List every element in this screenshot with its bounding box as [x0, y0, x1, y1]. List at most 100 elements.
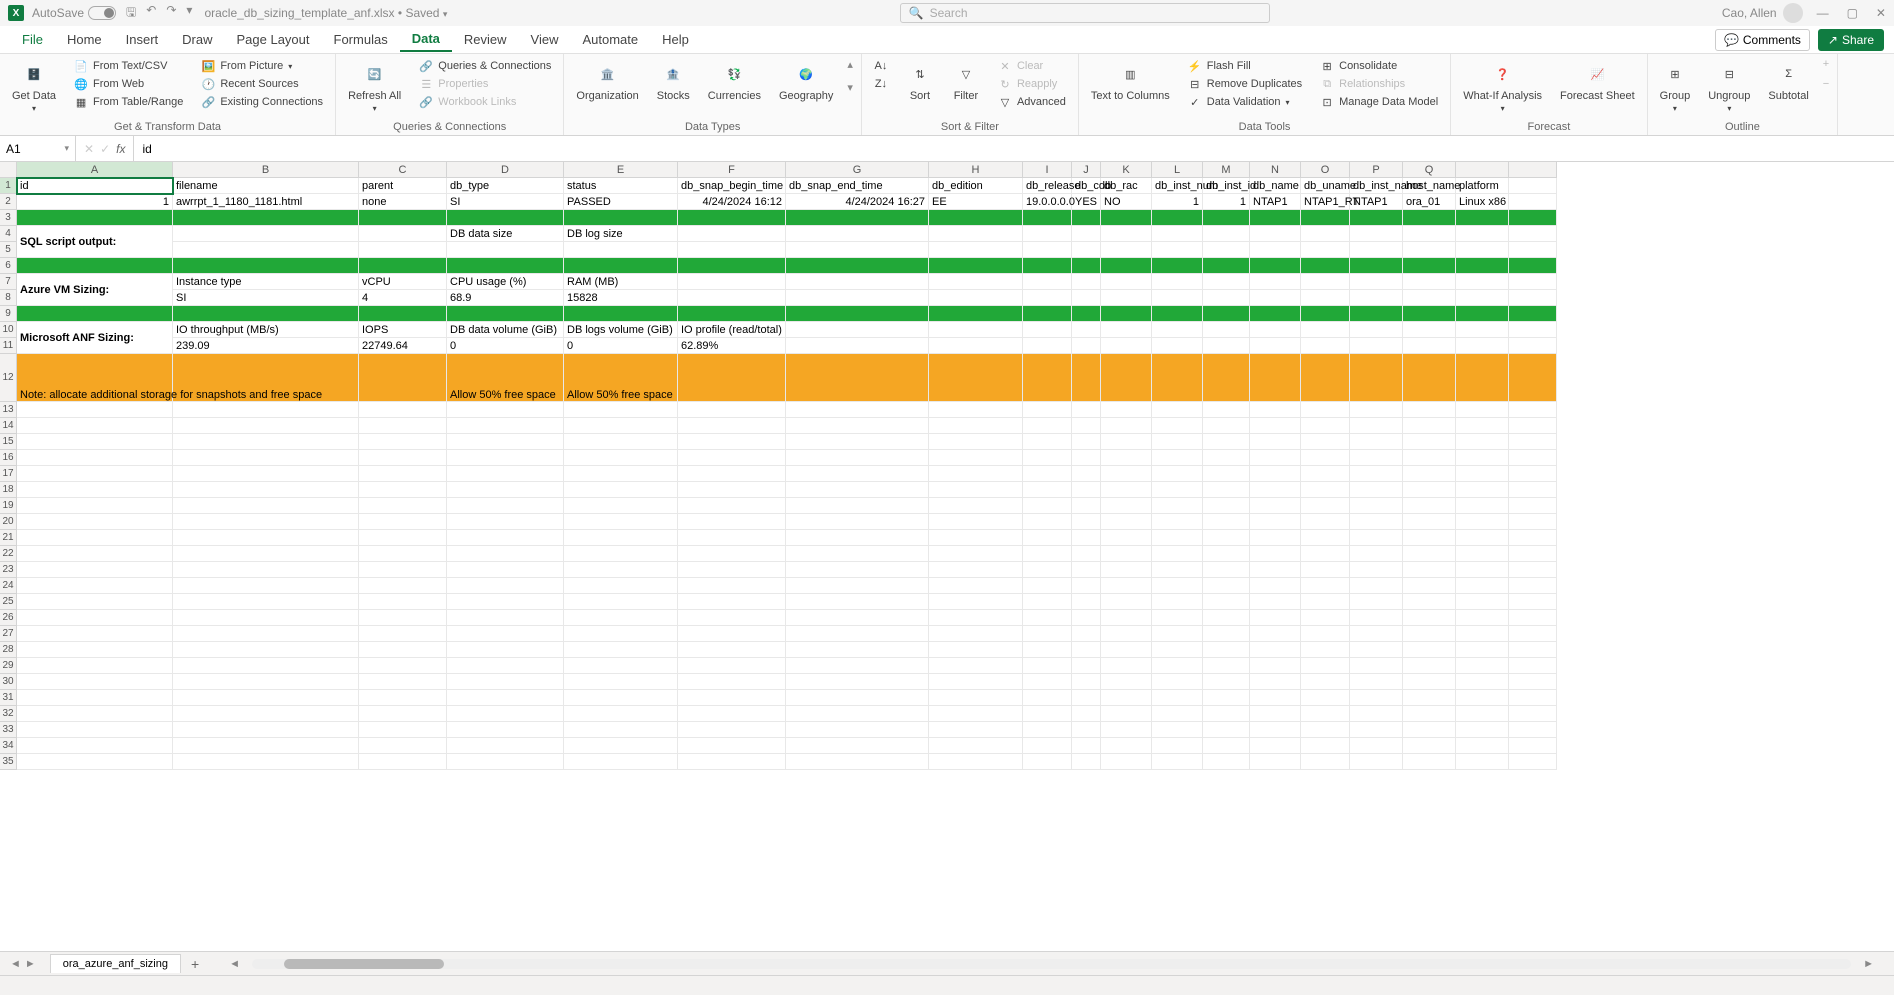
- cell-G21[interactable]: [786, 530, 929, 546]
- cell-R34[interactable]: [1456, 738, 1509, 754]
- cell-R16[interactable]: [1456, 450, 1509, 466]
- cell-G8[interactable]: [786, 290, 929, 306]
- cell-L29[interactable]: [1152, 658, 1203, 674]
- cell-E25[interactable]: [564, 594, 678, 610]
- cell-13[interactable]: [1509, 402, 1557, 418]
- cell-M6[interactable]: [1203, 258, 1250, 274]
- cell-M25[interactable]: [1203, 594, 1250, 610]
- cell-O16[interactable]: [1301, 450, 1350, 466]
- cell-7[interactable]: [1509, 274, 1557, 290]
- recent-sources-button[interactable]: 🕐Recent Sources: [197, 76, 327, 92]
- cell-J19[interactable]: [1072, 498, 1101, 514]
- cell-N18[interactable]: [1250, 482, 1301, 498]
- cell-P13[interactable]: [1350, 402, 1403, 418]
- cell-G24[interactable]: [786, 578, 929, 594]
- cell-Q16[interactable]: [1403, 450, 1456, 466]
- cell-C4[interactable]: [359, 226, 447, 242]
- cell-C26[interactable]: [359, 610, 447, 626]
- cell-E7[interactable]: RAM (MB): [564, 274, 678, 290]
- cell-J14[interactable]: [1072, 418, 1101, 434]
- cell-E22[interactable]: [564, 546, 678, 562]
- cell-F34[interactable]: [678, 738, 786, 754]
- cell-E24[interactable]: [564, 578, 678, 594]
- group-button[interactable]: ⊞Group▾: [1656, 58, 1695, 115]
- scroll-thumb[interactable]: [284, 959, 444, 969]
- stocks-type[interactable]: 🏦Stocks: [653, 58, 694, 104]
- cell-K19[interactable]: [1101, 498, 1152, 514]
- cell-Q12[interactable]: [1403, 354, 1456, 402]
- flash-fill-button[interactable]: ⚡Flash Fill: [1184, 58, 1306, 74]
- scroll-down-icon[interactable]: ▾: [847, 81, 853, 94]
- cell-A29[interactable]: [17, 658, 173, 674]
- cell-I15[interactable]: [1023, 434, 1072, 450]
- cell-H14[interactable]: [929, 418, 1023, 434]
- cell-N29[interactable]: [1250, 658, 1301, 674]
- cell-L12[interactable]: [1152, 354, 1203, 402]
- cell-C1[interactable]: parent: [359, 178, 447, 194]
- cell-M30[interactable]: [1203, 674, 1250, 690]
- cell-M2[interactable]: 1: [1203, 194, 1250, 210]
- cell-H16[interactable]: [929, 450, 1023, 466]
- cell-O18[interactable]: [1301, 482, 1350, 498]
- cell-M11[interactable]: [1203, 338, 1250, 354]
- cell-G23[interactable]: [786, 562, 929, 578]
- cell-G28[interactable]: [786, 642, 929, 658]
- manage-data-model-button[interactable]: ⊡Manage Data Model: [1316, 94, 1442, 110]
- cell-Q26[interactable]: [1403, 610, 1456, 626]
- cell-E27[interactable]: [564, 626, 678, 642]
- row-header-3[interactable]: 3: [0, 210, 17, 226]
- cell-Q8[interactable]: [1403, 290, 1456, 306]
- cell-G2[interactable]: 4/24/2024 16:27: [786, 194, 929, 210]
- cell-I30[interactable]: [1023, 674, 1072, 690]
- cell-O34[interactable]: [1301, 738, 1350, 754]
- cell-O27[interactable]: [1301, 626, 1350, 642]
- cell-R27[interactable]: [1456, 626, 1509, 642]
- cell-M22[interactable]: [1203, 546, 1250, 562]
- row-header-10[interactable]: 10: [0, 322, 17, 338]
- cell-F9[interactable]: [678, 306, 786, 322]
- cell-J25[interactable]: [1072, 594, 1101, 610]
- cell-J18[interactable]: [1072, 482, 1101, 498]
- cell-C11[interactable]: 22749.64: [359, 338, 447, 354]
- cell-K23[interactable]: [1101, 562, 1152, 578]
- cell-R13[interactable]: [1456, 402, 1509, 418]
- existing-connections-button[interactable]: 🔗Existing Connections: [197, 94, 327, 110]
- cell-B9[interactable]: [173, 306, 359, 322]
- row-header-8[interactable]: 8: [0, 290, 17, 306]
- cell-O10[interactable]: [1301, 322, 1350, 338]
- cell-16[interactable]: [1509, 450, 1557, 466]
- cell-D8[interactable]: 68.9: [447, 290, 564, 306]
- cell-D4[interactable]: DB data size: [447, 226, 564, 242]
- cell-J26[interactable]: [1072, 610, 1101, 626]
- cell-I4[interactable]: [1023, 226, 1072, 242]
- column-header-C[interactable]: C: [359, 162, 447, 178]
- cell-33[interactable]: [1509, 722, 1557, 738]
- cell-P19[interactable]: [1350, 498, 1403, 514]
- cell-B23[interactable]: [173, 562, 359, 578]
- cell-E10[interactable]: DB logs volume (GiB): [564, 322, 678, 338]
- cell-C30[interactable]: [359, 674, 447, 690]
- cell-K14[interactable]: [1101, 418, 1152, 434]
- cell-35[interactable]: [1509, 754, 1557, 770]
- cell-D7[interactable]: CPU usage (%): [447, 274, 564, 290]
- cell-D17[interactable]: [447, 466, 564, 482]
- cell-I23[interactable]: [1023, 562, 1072, 578]
- cell-D16[interactable]: [447, 450, 564, 466]
- cell-M3[interactable]: [1203, 210, 1250, 226]
- cell-K9[interactable]: [1101, 306, 1152, 322]
- cell-J22[interactable]: [1072, 546, 1101, 562]
- cell-L23[interactable]: [1152, 562, 1203, 578]
- cell-P31[interactable]: [1350, 690, 1403, 706]
- cell-M29[interactable]: [1203, 658, 1250, 674]
- column-header-L[interactable]: L: [1152, 162, 1203, 178]
- cell-M8[interactable]: [1203, 290, 1250, 306]
- cell-J3[interactable]: [1072, 210, 1101, 226]
- cell-P24[interactable]: [1350, 578, 1403, 594]
- row-header-14[interactable]: 14: [0, 418, 17, 434]
- cell-C8[interactable]: 4: [359, 290, 447, 306]
- cell-A14[interactable]: [17, 418, 173, 434]
- cell-H10[interactable]: [929, 322, 1023, 338]
- cell-N20[interactable]: [1250, 514, 1301, 530]
- cell-G5[interactable]: [786, 242, 929, 258]
- cell-K27[interactable]: [1101, 626, 1152, 642]
